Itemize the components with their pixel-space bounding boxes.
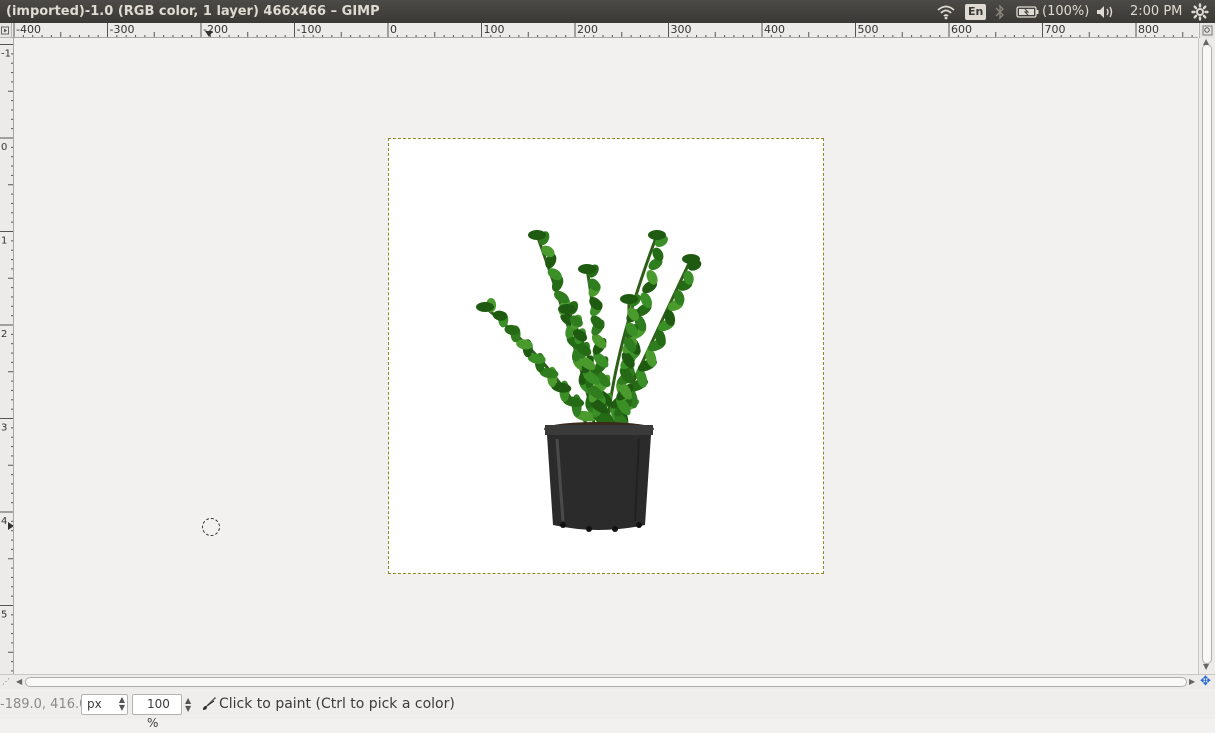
scroll-right-icon[interactable]: ▶ [1189, 677, 1195, 686]
plant-leaf [648, 230, 666, 240]
v-ruler-label: 5 [1, 610, 7, 621]
h-ruler-label: 500 [858, 23, 879, 36]
image-boundary[interactable] [388, 138, 824, 574]
pointer-coordinates: -189.0, 416.0 [0, 697, 88, 712]
zoom-selector[interactable]: 100 % [132, 694, 182, 730]
keyboard-layout-indicator[interactable]: En [965, 2, 987, 21]
v-ruler-label: 2 [1, 329, 7, 340]
scroll-up-icon[interactable]: ▲ [1203, 37, 1209, 46]
h-ruler-label: 600 [951, 23, 972, 36]
navigate-icon[interactable]: ✥ [1200, 674, 1211, 689]
status-bar: -189.0, 416.0 px ▲ ▼ 100 % ▲ ▼ Click to pa… [0, 689, 1215, 730]
brush-outline-cursor [202, 518, 220, 536]
clock-text: 2:00 PM [1130, 4, 1183, 19]
plant-leaf [558, 304, 576, 314]
paintbrush-icon [203, 697, 216, 710]
magnifier-icon [1202, 25, 1213, 36]
h-ruler-label: 100 [484, 23, 505, 36]
h-ruler-label: -100 [297, 23, 322, 36]
plant-leaf [528, 230, 546, 240]
gear-icon[interactable] [1191, 2, 1209, 21]
h-ruler-label: 800 [1138, 23, 1159, 36]
window-title: (imported)-1.0 (RGB color, 1 layer) 466x… [6, 4, 380, 19]
wifi-icon[interactable] [936, 2, 956, 21]
quick-mask-icon[interactable]: ⋰ [2, 677, 10, 686]
top-panel: (imported)-1.0 (RGB color, 1 layer) 466x… [0, 0, 1215, 23]
status-message: Click to paint (Ctrl to pick a color) [219, 696, 455, 712]
battery-icon[interactable]: (100%) [1016, 2, 1089, 21]
h-ruler-label: 0 [390, 23, 397, 36]
h-ruler-label: -200 [203, 23, 228, 36]
v-ruler-label: 3 [1, 423, 7, 434]
vertical-scrollbar[interactable]: ▲ ▼ [1198, 37, 1215, 674]
plant-leaf [578, 264, 596, 274]
h-ruler-label: -300 [110, 23, 135, 36]
v-ruler-label: 1 [1, 236, 7, 247]
v-ruler-label: -1 [1, 49, 11, 60]
h-ruler-label: -400 [16, 23, 41, 36]
horizontal-scrollbar[interactable]: ⋰ ◀ ▶ ✥ [0, 674, 1215, 689]
vertical-ruler[interactable]: -1 0 1 2 3 4 5 [0, 38, 14, 674]
h-ruler-label: 400 [764, 23, 785, 36]
unit-value: px [87, 697, 102, 711]
volume-icon[interactable] [1095, 2, 1117, 21]
horizontal-scroll-thumb[interactable] [25, 677, 1187, 687]
bluetooth-icon[interactable] [995, 2, 1005, 21]
spin-arrows-icon: ▲ ▼ [118, 695, 125, 712]
unit-selector[interactable]: px ▲ ▼ [81, 694, 128, 715]
vertical-scroll-thumb[interactable] [1202, 44, 1212, 664]
image-canvas[interactable] [14, 38, 1198, 674]
plant-leaf [476, 302, 494, 312]
h-ruler-label: 300 [671, 23, 692, 36]
zoom-value: 100 % [147, 697, 170, 730]
plant-leaf [620, 294, 638, 304]
image-menu-button[interactable] [0, 23, 12, 38]
h-ruler-label: 700 [1045, 23, 1066, 36]
zoom-image-button[interactable] [1199, 23, 1215, 38]
horizontal-ruler[interactable]: -400 -300 -200 -100 0 100 200 300 400 500 600 700 80… [12, 23, 1198, 38]
plant-leaf [682, 254, 700, 264]
v-ruler-label: 0 [1, 142, 7, 153]
zoom-spin-icon[interactable]: ▲ ▼ [185, 697, 191, 713]
clock[interactable]: 2:00 PM [1130, 2, 1182, 21]
battery-percent: (100%) [1042, 4, 1090, 19]
h-ruler-label: 200 [577, 23, 598, 36]
lang-badge: En [965, 3, 987, 20]
menu-arrow-icon [1, 26, 9, 35]
v-ruler-label: 4 [1, 516, 7, 527]
potted-plant-image [476, 230, 702, 532]
scroll-left-icon[interactable]: ◀ [16, 677, 22, 686]
scroll-down-icon[interactable]: ▼ [1203, 662, 1209, 671]
